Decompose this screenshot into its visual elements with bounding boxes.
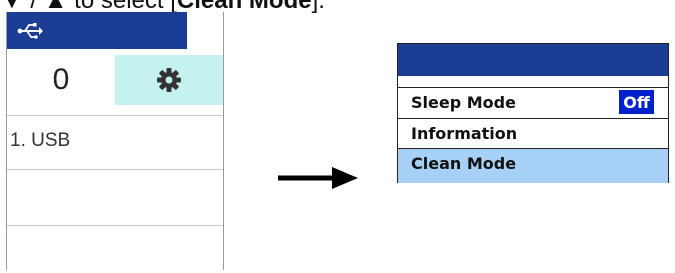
settings-menu: Sleep Mode Off Information Clean Mode <box>397 43 669 183</box>
count-display: 0 <box>52 63 70 96</box>
menu-item-label: Clean Mode <box>411 154 517 173</box>
list-item[interactable] <box>7 169 223 226</box>
list-item[interactable]: 1. USB <box>7 115 223 170</box>
gear-icon <box>157 68 181 92</box>
list-item-label: 1. USB <box>10 130 71 151</box>
menu-header-bar <box>398 44 668 76</box>
sleep-mode-value: Off <box>619 90 654 114</box>
usb-icon <box>17 23 43 39</box>
device-header-bar <box>7 12 187 49</box>
settings-button[interactable] <box>115 55 223 105</box>
device-header-rest <box>187 12 223 49</box>
menu-item-label: Information <box>411 124 518 143</box>
menu-item-label: Sleep Mode <box>411 93 516 112</box>
device-screen: 0 1. USB <box>6 12 224 270</box>
list-item[interactable] <box>7 225 223 271</box>
caption-suffix: ]. <box>311 0 325 14</box>
menu-item-information[interactable]: Information <box>398 118 668 149</box>
menu-item-sleep-mode[interactable]: Sleep Mode Off <box>398 87 668 119</box>
right-arrow-icon <box>278 167 358 189</box>
menu-item-clean-mode[interactable]: Clean Mode <box>398 148 668 183</box>
